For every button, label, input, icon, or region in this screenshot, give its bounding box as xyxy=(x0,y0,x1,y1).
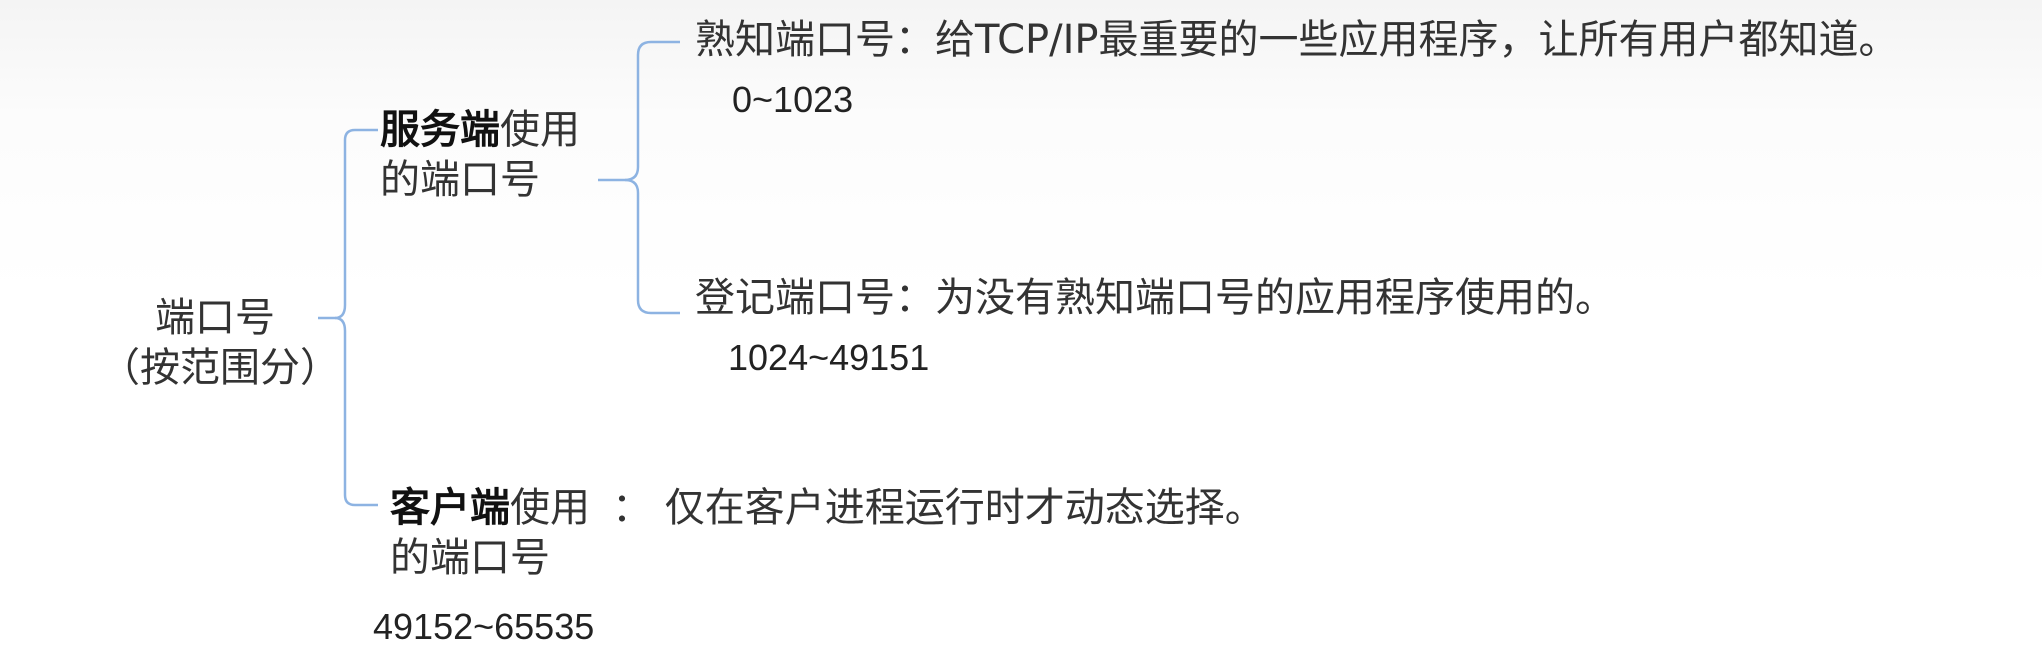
client-range: 49152~65535 xyxy=(373,606,595,647)
bracket-lines xyxy=(318,40,680,507)
client-label-rest: 使用 xyxy=(510,485,590,531)
root-label: 端口号 xyxy=(155,295,275,341)
server-label-rest: 使用 xyxy=(500,107,580,153)
client-label: 客户端使用 xyxy=(390,483,590,533)
root-sublabel: （按范围分） xyxy=(100,345,340,391)
server-label-bold: 服务端 xyxy=(380,107,500,153)
client-label-line2: 的端口号 xyxy=(390,535,550,581)
well-known-description: 熟知端口号：给TCP/IP最重要的一些应用程序，让所有用户都知道。 xyxy=(695,17,1899,63)
well-known-range: 0~1023 xyxy=(732,79,854,120)
server-label: 服务端使用 xyxy=(380,105,580,155)
server-label-line2: 的端口号 xyxy=(380,157,540,203)
registered-description: 登记端口号：为没有熟知端口号的应用程序使用的。 xyxy=(695,275,1615,321)
root-bracket-lower xyxy=(334,316,378,507)
root-bracket xyxy=(318,128,378,320)
port-number-diagram: 端口号 （按范围分） 服务端使用 的端口号 熟知端口号：给TCP/IP最重要的一… xyxy=(0,0,2042,656)
server-bracket xyxy=(598,40,680,182)
client-label-bold: 客户端 xyxy=(390,485,510,531)
registered-range: 1024~49151 xyxy=(728,337,930,378)
client-description: ： 仅在客户进程运行时才动态选择。 xyxy=(612,485,1265,531)
server-bracket-lower xyxy=(624,178,680,315)
